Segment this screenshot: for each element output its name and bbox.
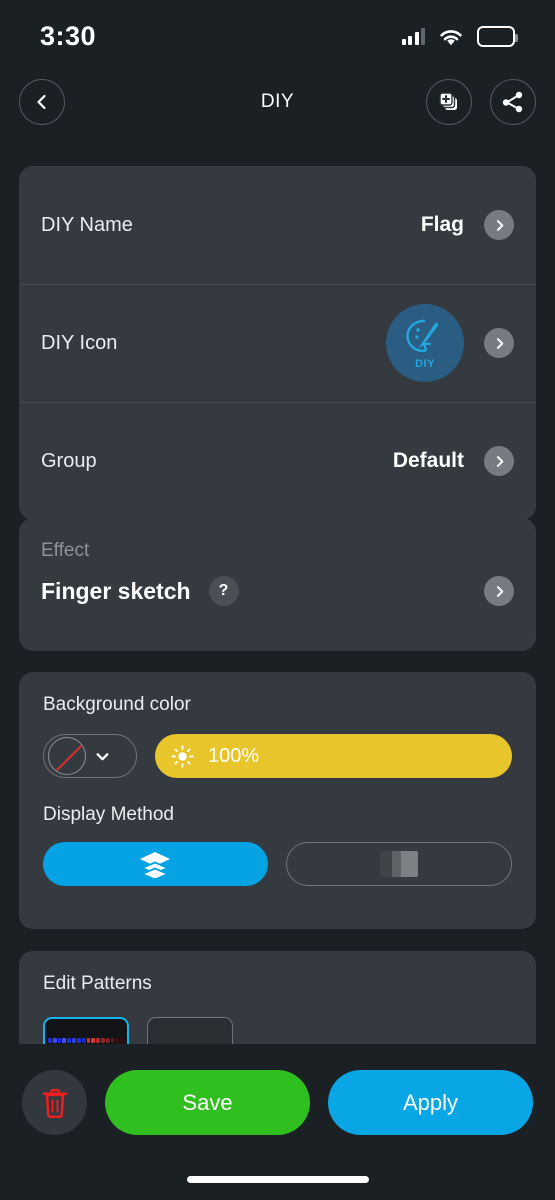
status-indicators: 88 [401,25,518,47]
brightness-sun-icon [171,744,194,768]
diy-icon-preview[interactable]: DIY [386,304,464,382]
row-group[interactable]: Group Default [19,402,536,520]
split-rectangle-icon [379,851,418,877]
help-icon[interactable]: ? [208,576,239,606]
share-icon [502,91,523,113]
nav-actions [426,79,536,125]
wifi-icon [440,29,462,45]
delete-button[interactable] [22,1070,87,1135]
chevron-right-icon[interactable] [484,328,514,358]
battery-icon: 88 [477,25,518,47]
chevron-right-icon[interactable] [484,210,514,240]
effect-card[interactable]: Effect Finger sketch ? [19,518,536,651]
layers-stack-icon [139,852,171,878]
background-color-title: Background color [43,694,191,715]
row-diy-icon[interactable]: DIY Icon DIY [19,284,536,402]
display-method-title: Display Method [43,804,174,825]
share-button[interactable] [490,79,536,125]
row-label: Group [41,449,97,472]
edit-patterns-title: Edit Patterns [43,973,152,994]
diy-icon-caption: DIY [415,357,435,370]
diy-settings-card: DIY Name Flag DIY Icon DIY Group Default [19,166,536,520]
row-label: DIY Icon [41,331,118,354]
row-diy-name[interactable]: DIY Name Flag [19,166,536,284]
effect-label: Effect [41,540,90,561]
display-method-gradient-button[interactable] [285,842,512,886]
phone-screen: 3:30 88 DIY DIY Name Flag DIY Icon DIY G… [0,0,555,1200]
apply-button[interactable]: Apply [328,1070,533,1135]
display-method-group [43,842,512,886]
trash-icon [42,1088,67,1118]
background-color-card: Background color 100% Display Method [19,672,536,929]
save-button[interactable]: Save [105,1070,310,1135]
effect-name: Finger sketch [41,577,191,604]
status-bar: 3:30 88 [0,0,555,72]
led-pattern-preview [48,1037,124,1043]
signal-bars-icon [401,27,425,45]
row-value: Default [392,449,464,472]
chevron-right-icon[interactable] [484,576,514,606]
brightness-value: 100% [208,744,260,767]
chevron-down-icon [96,752,109,760]
navigation-bar: DIY [0,74,555,130]
background-color-controls: 100% [43,734,512,778]
chevron-right-icon[interactable] [484,446,514,476]
row-label: DIY Name [41,213,133,236]
bottom-action-bar: Save Apply [0,1044,555,1200]
status-clock: 3:30 [40,20,97,51]
home-indicator [186,1176,369,1183]
color-swatch-selector[interactable] [43,734,137,778]
display-method-layers-button[interactable] [43,842,268,886]
brightness-slider[interactable]: 100% [155,734,512,778]
no-color-swatch-icon [48,737,86,775]
battery-level-label: 88 [488,28,504,44]
duplicate-add-icon [439,92,457,110]
duplicate-button[interactable] [426,79,472,125]
row-value: Flag [420,213,464,236]
palette-brush-icon [406,319,439,352]
